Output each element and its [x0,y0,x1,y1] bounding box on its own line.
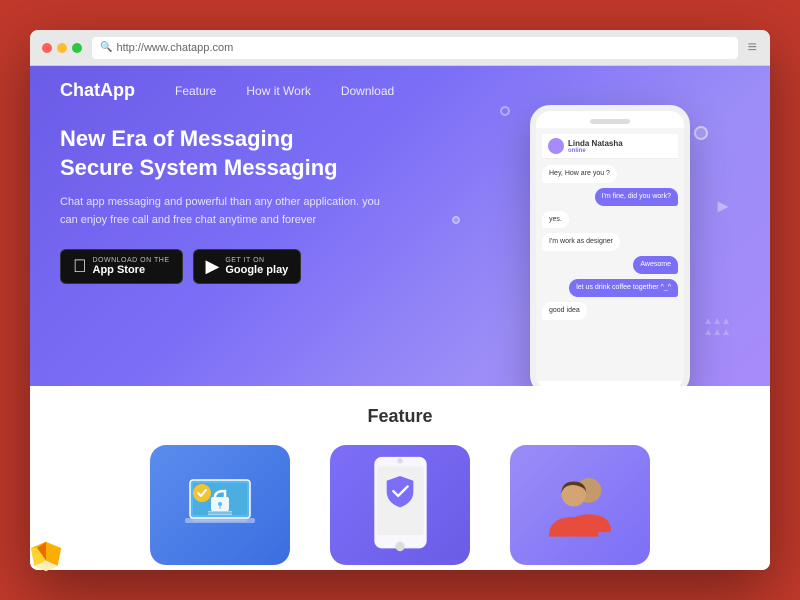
contact-name: Linda Natasha [568,139,623,148]
feature-card-connect: Connect [500,445,660,570]
privacy-laptop-svg [180,475,260,535]
chat-message: Awesome [542,256,678,274]
connect-icon-box [510,445,650,565]
bubble: let us drink coffee together ^_^ [569,279,678,297]
page-content: ► ▲▲▲▲▲▲ ChatApp Feature How it Work Dow… [30,66,770,570]
browser-window: 🔍 http://www.chatapp.com ≡ ► ▲▲▲▲▲▲ Chat… [30,30,770,570]
appstore-button[interactable]:  Download on the App Store [60,249,183,284]
feature-card-privacy: Privacy [140,445,300,570]
chat-message: yes. [542,211,678,229]
close-dot[interactable] [42,43,52,53]
googleplay-text: GET IT ON Google play [225,257,288,276]
maximize-dot[interactable] [72,43,82,53]
contact-status: online [568,148,623,154]
bubble: Hey, How are you ? [542,165,617,183]
hero-text-area: New Era of Messaging Secure System Messa… [60,125,380,284]
url-text: http://www.chatapp.com [116,42,233,54]
store-buttons:  Download on the App Store ▶ GET IT ON … [60,249,380,284]
feature-card-secure: Secure [320,445,480,570]
chat-message: I'm fine, did you work? [542,188,678,206]
deco-zigzag: ▲▲▲▲▲▲ [703,316,730,338]
appstore-text: Download on the App Store [93,257,170,276]
chat-header: Linda Natasha online [542,134,678,159]
phone-chat-area: Linda Natasha online Hey, How are you ? … [536,128,684,381]
connect-people-svg [540,473,620,538]
phone-shield [368,455,433,555]
chat-message: Hey, How are you ? [542,165,678,183]
sketch-logo [28,540,64,572]
nav-download-link[interactable]: Download [341,84,394,98]
features-title: Feature [60,406,740,427]
hero-body: New Era of Messaging Secure System Messa… [30,115,770,284]
nav-feature-link[interactable]: Feature [175,84,216,98]
bubble: I'm fine, did you work? [595,188,678,206]
googleplay-button[interactable]: ▶ GET IT ON Google play [193,249,302,284]
chat-message: I'm work as designer [542,233,678,251]
play-icon: ▶ [206,256,220,277]
url-bar[interactable]: 🔍 http://www.chatapp.com [92,37,738,59]
phone-speaker [590,119,630,124]
hero-title: New Era of Messaging Secure System Messa… [60,125,380,182]
secure-phone-svg [368,455,433,555]
apple-icon:  [73,256,87,277]
browser-chrome: 🔍 http://www.chatapp.com ≡ [30,30,770,66]
bubble: yes. [542,211,569,229]
bubble: Awesome [633,256,678,274]
browser-menu-icon[interactable]: ≡ [748,39,758,57]
minimize-dot[interactable] [57,43,67,53]
phone-mockup: Linda Natasha online Hey, How are you ? … [530,105,690,386]
hero-subtitle: Chat app messaging and powerful than any… [60,194,380,229]
features-grid: Privacy [60,445,740,570]
window-controls [42,43,82,53]
nav-howitwork-link[interactable]: How it Work [246,84,310,98]
privacy-icon-box [150,445,290,565]
features-section: Feature [30,386,770,570]
brand-logo[interactable]: ChatApp [60,80,135,101]
bubble: good idea [542,302,587,320]
bubble: I'm work as designer [542,233,620,251]
secure-icon-box [330,445,470,565]
contact-avatar [548,138,564,154]
chat-message: good idea [542,302,678,320]
hero-section: ► ▲▲▲▲▲▲ ChatApp Feature How it Work Dow… [30,66,770,386]
chat-message: let us drink coffee together ^_^ [542,279,678,297]
